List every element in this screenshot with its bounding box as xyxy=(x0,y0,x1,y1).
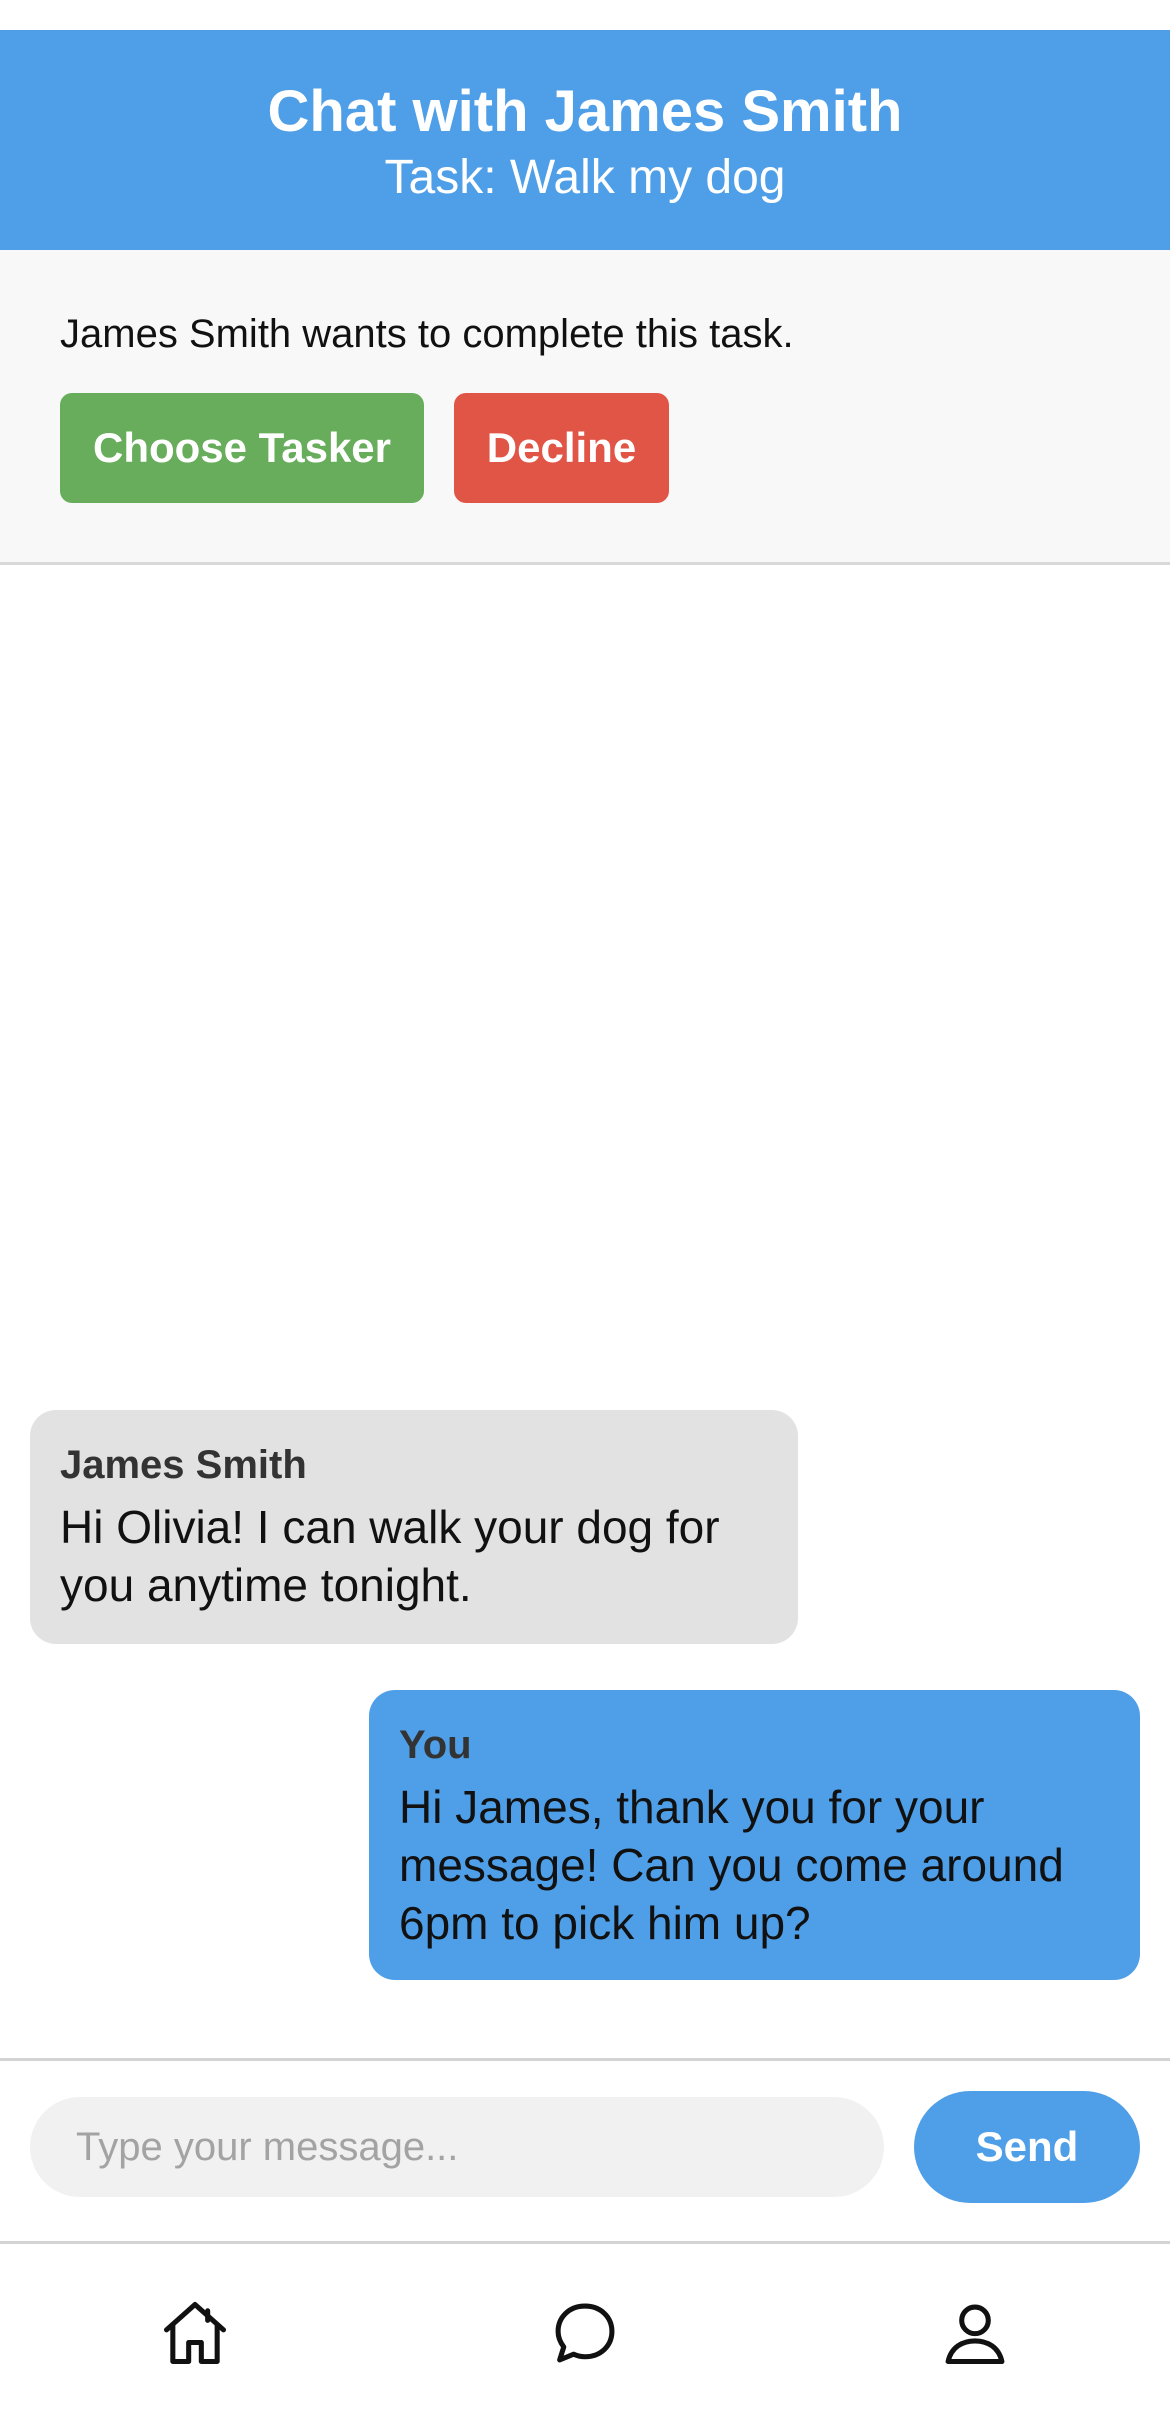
message-input[interactable] xyxy=(30,2097,884,2197)
tasker-offer-panel: James Smith wants to complete this task.… xyxy=(0,250,1170,565)
message-bubble-outgoing: You Hi James, thank you for your message… xyxy=(369,1690,1140,1980)
send-button[interactable]: Send xyxy=(914,2091,1140,2203)
decline-button[interactable]: Decline xyxy=(454,393,669,503)
task-subtitle: Task: Walk my dog xyxy=(384,151,786,204)
message-bubble-incoming: James Smith Hi Olivia! I can walk your d… xyxy=(30,1410,798,1644)
message-composer: Send xyxy=(0,2058,1170,2244)
home-icon xyxy=(163,2301,227,2365)
message-sender: James Smith xyxy=(60,1443,307,1487)
tab-chat[interactable] xyxy=(547,2295,623,2371)
chat-screen: Chat with James Smith Task: Walk my dog … xyxy=(0,0,1170,2422)
bottom-tab-bar xyxy=(0,2247,1170,2422)
chat-title: Chat with James Smith xyxy=(267,79,903,144)
profile-icon xyxy=(945,2304,1005,2365)
message-sender: You xyxy=(399,1723,472,1767)
tab-profile[interactable] xyxy=(937,2295,1013,2371)
choose-tasker-button[interactable]: Choose Tasker xyxy=(60,393,424,503)
chat-icon xyxy=(555,2303,615,2363)
offer-text: James Smith wants to complete this task. xyxy=(60,312,794,356)
message-text: Hi James, thank you for your message! Ca… xyxy=(399,1781,1064,1949)
chat-header: Chat with James Smith Task: Walk my dog xyxy=(0,30,1170,250)
message-text: Hi Olivia! I can walk your dog for you a… xyxy=(60,1501,720,1611)
message-list[interactable]: James Smith Hi Olivia! I can walk your d… xyxy=(0,568,1170,2058)
tab-home[interactable] xyxy=(157,2295,233,2371)
